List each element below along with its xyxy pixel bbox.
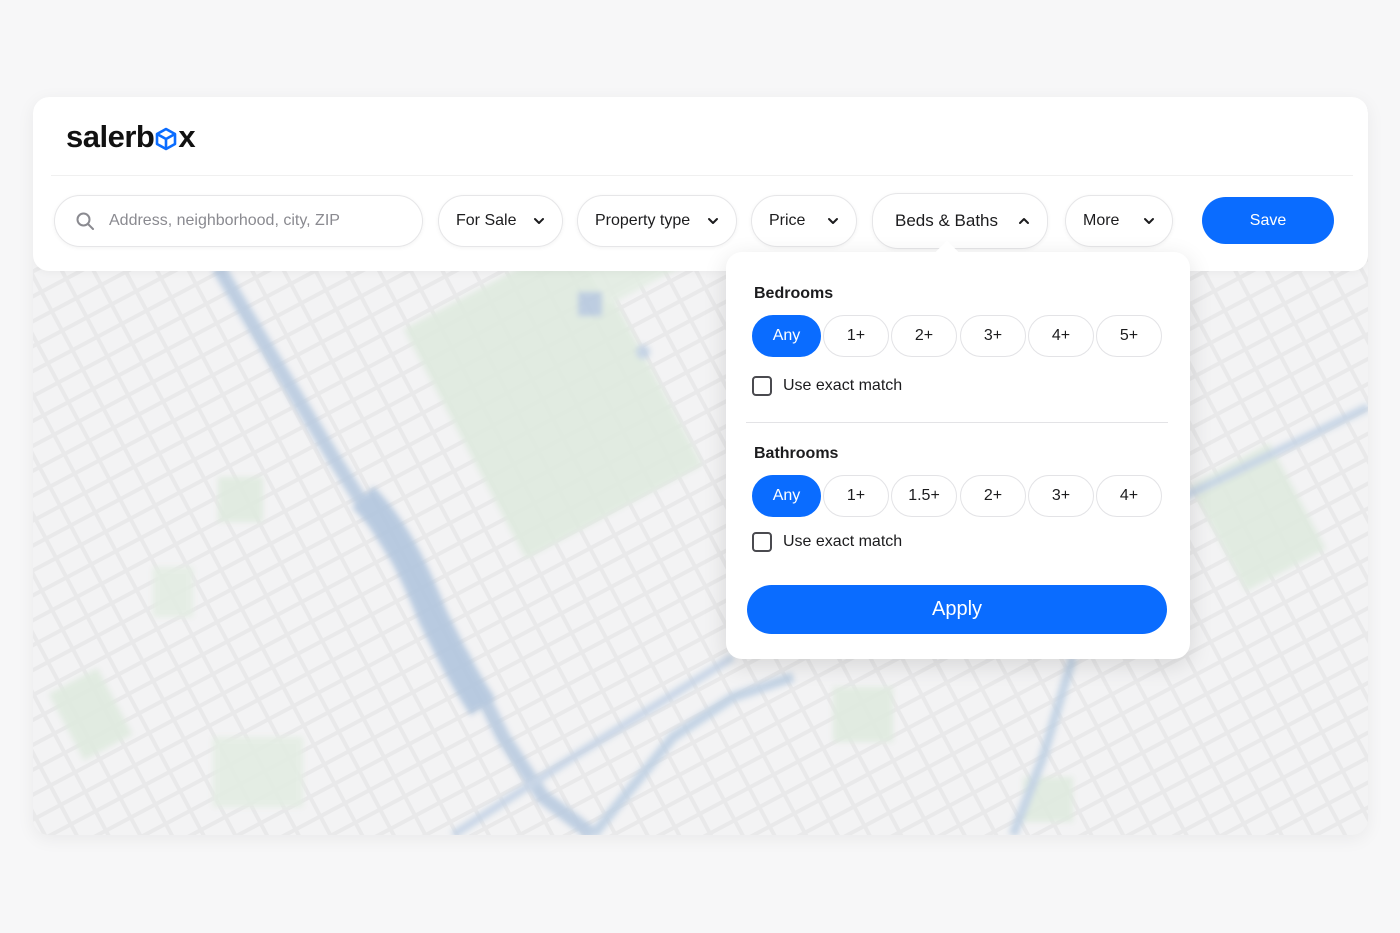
search-placeholder: Address, neighborhood, city, ZIP [109, 212, 340, 229]
bedrooms-option-2[interactable]: 2+ [891, 315, 957, 357]
price-label: Price [769, 212, 806, 229]
beds-baths-panel: Bedrooms Any 1+ 2+ 3+ 4+ 5+ Use exact ma… [726, 240, 1190, 659]
beds-baths-label: Beds & Baths [895, 211, 999, 230]
brand-logo[interactable]: salerb x [66, 117, 196, 157]
checkbox-box[interactable] [752, 532, 772, 552]
more-dropdown[interactable]: More [1065, 195, 1173, 247]
bedrooms-exact-match-label: Use exact match [783, 377, 903, 394]
brand-name-prefix: salerb [66, 119, 155, 154]
bathrooms-option-1-5[interactable]: 1.5+ [891, 475, 957, 517]
box-icon [156, 127, 177, 151]
bathrooms-option-any[interactable]: Any [752, 475, 821, 517]
chevron-up-icon [1019, 218, 1029, 224]
section-divider [746, 422, 1168, 423]
beds-baths-dropdown[interactable]: Beds & Baths [872, 193, 1048, 249]
bedrooms-exact-match-checkbox[interactable]: Use exact match [752, 376, 902, 396]
bedrooms-option-1[interactable]: 1+ [823, 315, 889, 357]
more-label: More [1083, 212, 1120, 229]
property-type-dropdown[interactable]: Property type [577, 195, 737, 247]
price-dropdown[interactable]: Price [751, 195, 857, 247]
bathrooms-option-4[interactable]: 4+ [1096, 475, 1162, 517]
chevron-down-icon [708, 218, 718, 224]
chevron-down-icon [1144, 218, 1154, 224]
save-button[interactable]: Save [1202, 197, 1334, 244]
bathrooms-exact-match-label: Use exact match [783, 533, 903, 550]
property-type-label: Property type [595, 212, 691, 229]
search-input[interactable]: Address, neighborhood, city, ZIP [54, 195, 423, 247]
bathrooms-option-1[interactable]: 1+ [823, 475, 889, 517]
chevron-down-icon [828, 218, 838, 224]
search-icon [76, 212, 94, 230]
bedrooms-option-5[interactable]: 5+ [1096, 315, 1162, 357]
bathrooms-option-2[interactable]: 2+ [960, 475, 1026, 517]
bathrooms-option-3[interactable]: 3+ [1028, 475, 1094, 517]
apply-button[interactable]: Apply [747, 585, 1167, 634]
brand-name-suffix: x [178, 119, 196, 154]
bedrooms-option-any[interactable]: Any [752, 315, 821, 357]
bedrooms-title: Bedrooms [754, 285, 834, 302]
chevron-down-icon [534, 218, 544, 224]
header: salerb x Address, neighborhood, city, ZI… [33, 97, 1368, 271]
bedrooms-option-3[interactable]: 3+ [960, 315, 1026, 357]
bedrooms-option-4[interactable]: 4+ [1028, 315, 1094, 357]
bathrooms-exact-match-checkbox[interactable]: Use exact match [752, 532, 902, 552]
listing-type-dropdown[interactable]: For Sale [438, 195, 563, 247]
checkbox-box[interactable] [752, 376, 772, 396]
listing-type-label: For Sale [456, 212, 517, 229]
bathrooms-title: Bathrooms [754, 445, 839, 462]
